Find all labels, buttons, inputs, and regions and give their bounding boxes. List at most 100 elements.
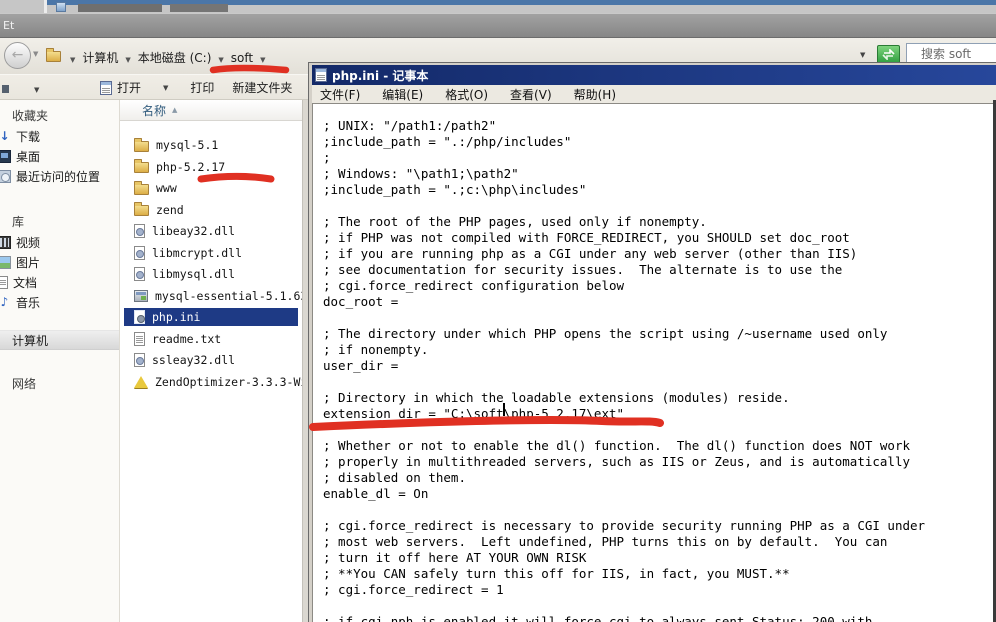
sidebar-item-桌面[interactable]: 桌面 xyxy=(0,146,119,166)
file-row[interactable]: libeay32.dll xyxy=(124,222,302,240)
open-button[interactable]: 打开 xyxy=(96,77,145,98)
print-button[interactable]: 打印 xyxy=(186,77,218,98)
search-prompt: 搜索 soft xyxy=(921,47,971,61)
sidebar-item-label: 文档 xyxy=(13,274,37,291)
file-row[interactable]: libmysql.dll xyxy=(124,265,302,283)
address-dropdown-icon[interactable]: ▼ xyxy=(860,51,865,59)
menu-item[interactable]: 帮助(H) xyxy=(574,86,616,103)
pictures-icon xyxy=(0,256,11,269)
sidebar-group: 计算机 xyxy=(0,330,119,350)
folder-icon xyxy=(134,162,149,173)
file-row[interactable]: ssleay32.dll xyxy=(124,351,302,369)
file-row[interactable]: readme.txt xyxy=(124,330,302,348)
file-row[interactable]: ZendOptimizer-3.3.3-Windo xyxy=(124,373,302,391)
background-window-title-text xyxy=(78,4,162,12)
file-name: libmcrypt.dll xyxy=(152,246,242,260)
sidebar-item-计算机[interactable]: 计算机 xyxy=(0,330,119,350)
file-name: zend xyxy=(156,203,184,217)
recent-places-icon xyxy=(0,170,11,183)
background-window-bar: Et xyxy=(0,13,996,38)
dll-icon xyxy=(134,353,145,367)
music-icon: ♪ xyxy=(0,296,11,309)
notepad-title: php.ini - 记事本 xyxy=(332,67,428,84)
background-window-icon xyxy=(56,2,66,12)
notepad-text-area[interactable]: ; UNIX: "/path1:/path2" ;include_path = … xyxy=(312,103,996,622)
ini-icon xyxy=(134,310,145,324)
file-name: mysql-essential-5.1.63-wi xyxy=(155,289,302,303)
zend-installer-icon xyxy=(134,376,148,388)
breadcrumb-item[interactable]: soft xyxy=(231,51,253,65)
sidebar-item-音乐[interactable]: ♪ 音乐 xyxy=(0,292,119,312)
file-row[interactable]: mysql-5.1 xyxy=(124,136,302,154)
dll-icon xyxy=(134,267,145,281)
sidebar-item-最近访问的位置[interactable]: 最近访问的位置 xyxy=(0,166,119,186)
sidebar-item-下载[interactable]: ↓ 下载 xyxy=(0,126,119,146)
sidebar-item-库[interactable]: 库 xyxy=(0,212,119,232)
name-column-header[interactable]: 名称 ▲ xyxy=(120,100,302,121)
video-icon xyxy=(0,236,11,249)
sidebar-item-文档[interactable]: 文档 xyxy=(0,272,119,292)
documents-icon xyxy=(0,276,8,289)
breadcrumb: ▼计算机▼本地磁盘 (C:)▼soft▼ xyxy=(46,44,273,68)
back-button[interactable]: ← xyxy=(4,42,31,69)
file-row[interactable]: php-5.2.17 xyxy=(124,158,302,176)
menu-item[interactable]: 编辑(E) xyxy=(382,86,423,103)
sidebar-group: 库视频图片文档♪ 音乐 xyxy=(0,212,119,312)
sidebar-item-label: 下载 xyxy=(16,128,40,145)
explorer-main: 收藏夹 ↓ 下载桌面最近访问的位置库视频图片文档♪ 音乐计算机网络 名称 ▲ mysq… xyxy=(0,100,316,622)
crumb-separator-icon: ▼ xyxy=(218,56,223,64)
background-window-title-text xyxy=(170,4,228,12)
menu-item[interactable]: 文件(F) xyxy=(320,86,360,103)
refresh-arrows-icon xyxy=(882,49,895,60)
file-row[interactable]: php.ini xyxy=(124,308,298,326)
sidebar-item-label: 音乐 xyxy=(16,294,40,311)
open-dropdown-icon[interactable]: ▼ xyxy=(163,84,168,92)
organize-button-fragment[interactable] xyxy=(2,85,9,93)
file-name: readme.txt xyxy=(152,332,221,346)
breadcrumb-items: ▼计算机▼本地磁盘 (C:)▼soft▼ xyxy=(63,47,273,66)
desktop-icon xyxy=(0,150,11,163)
text-cursor xyxy=(503,403,505,416)
sidebar-group: 收藏夹 ↓ 下载桌面最近访问的位置 xyxy=(0,106,119,186)
file-name: php-5.2.17 xyxy=(156,160,225,174)
new-folder-button[interactable]: 新建文件夹 xyxy=(228,77,296,98)
file-row[interactable]: zend xyxy=(124,201,302,219)
file-name: libmysql.dll xyxy=(152,267,235,281)
download-icon: ↓ xyxy=(0,130,11,143)
file-rows: mysql-5.1 php-5.2.17 www zend libeay32.dll li… xyxy=(120,136,302,391)
crumb-separator-icon: ▼ xyxy=(70,56,75,64)
navigation-pane: 收藏夹 ↓ 下载桌面最近访问的位置库视频图片文档♪ 音乐计算机网络 xyxy=(0,100,120,622)
history-chevron-icon[interactable]: ▼ xyxy=(33,50,38,58)
file-row[interactable]: libmcrypt.dll xyxy=(124,244,302,262)
file-row[interactable]: www xyxy=(124,179,302,197)
breadcrumb-item[interactable]: 计算机 xyxy=(82,51,118,65)
file-name: ssleay32.dll xyxy=(152,353,235,367)
dll-icon xyxy=(134,224,145,238)
notepad-window: php.ini - 记事本 文件(F)编辑(E)格式(O)查看(V)帮助(H) … xyxy=(308,62,996,622)
crumb-separator-icon: ▼ xyxy=(260,56,265,64)
background-window-edge xyxy=(44,0,47,13)
dll-icon xyxy=(134,246,145,260)
sidebar-item-视频[interactable]: 视频 xyxy=(0,232,119,252)
folder-icon xyxy=(46,51,61,62)
menu-item[interactable]: 格式(O) xyxy=(445,86,488,103)
print-button-label: 打印 xyxy=(190,79,214,96)
organize-dropdown-icon[interactable]: ▼ xyxy=(34,86,39,94)
sort-ascending-icon: ▲ xyxy=(172,106,177,114)
notepad-file-icon xyxy=(100,81,112,95)
folder-icon xyxy=(134,205,149,216)
notepad-titlebar[interactable]: php.ini - 记事本 xyxy=(312,65,996,85)
open-button-label: 打开 xyxy=(117,79,141,96)
sidebar-item-网络[interactable]: 网络 xyxy=(0,374,119,394)
file-name: www xyxy=(156,181,177,195)
file-row[interactable]: mysql-essential-5.1.63-wi xyxy=(124,287,302,305)
name-column-label: 名称 xyxy=(142,102,166,119)
sidebar-item-图片[interactable]: 图片 xyxy=(0,252,119,272)
breadcrumb-item[interactable]: 本地磁盘 (C:) xyxy=(138,51,212,65)
menu-item[interactable]: 查看(V) xyxy=(510,86,552,103)
file-list-panel: 名称 ▲ mysql-5.1 php-5.2.17 www zend libeay32.… xyxy=(120,100,302,622)
sidebar-item-收藏夹[interactable]: 收藏夹 xyxy=(0,106,119,126)
screenshot-root: Et ← ▼ ▼ 计算机 ▼ 本地磁盘 (C:) ▼ soft ▼ ▼ 搜索 soft xyxy=(0,0,996,622)
notepad-app-icon xyxy=(315,68,327,82)
background-window-bar-label: Et xyxy=(3,19,14,32)
